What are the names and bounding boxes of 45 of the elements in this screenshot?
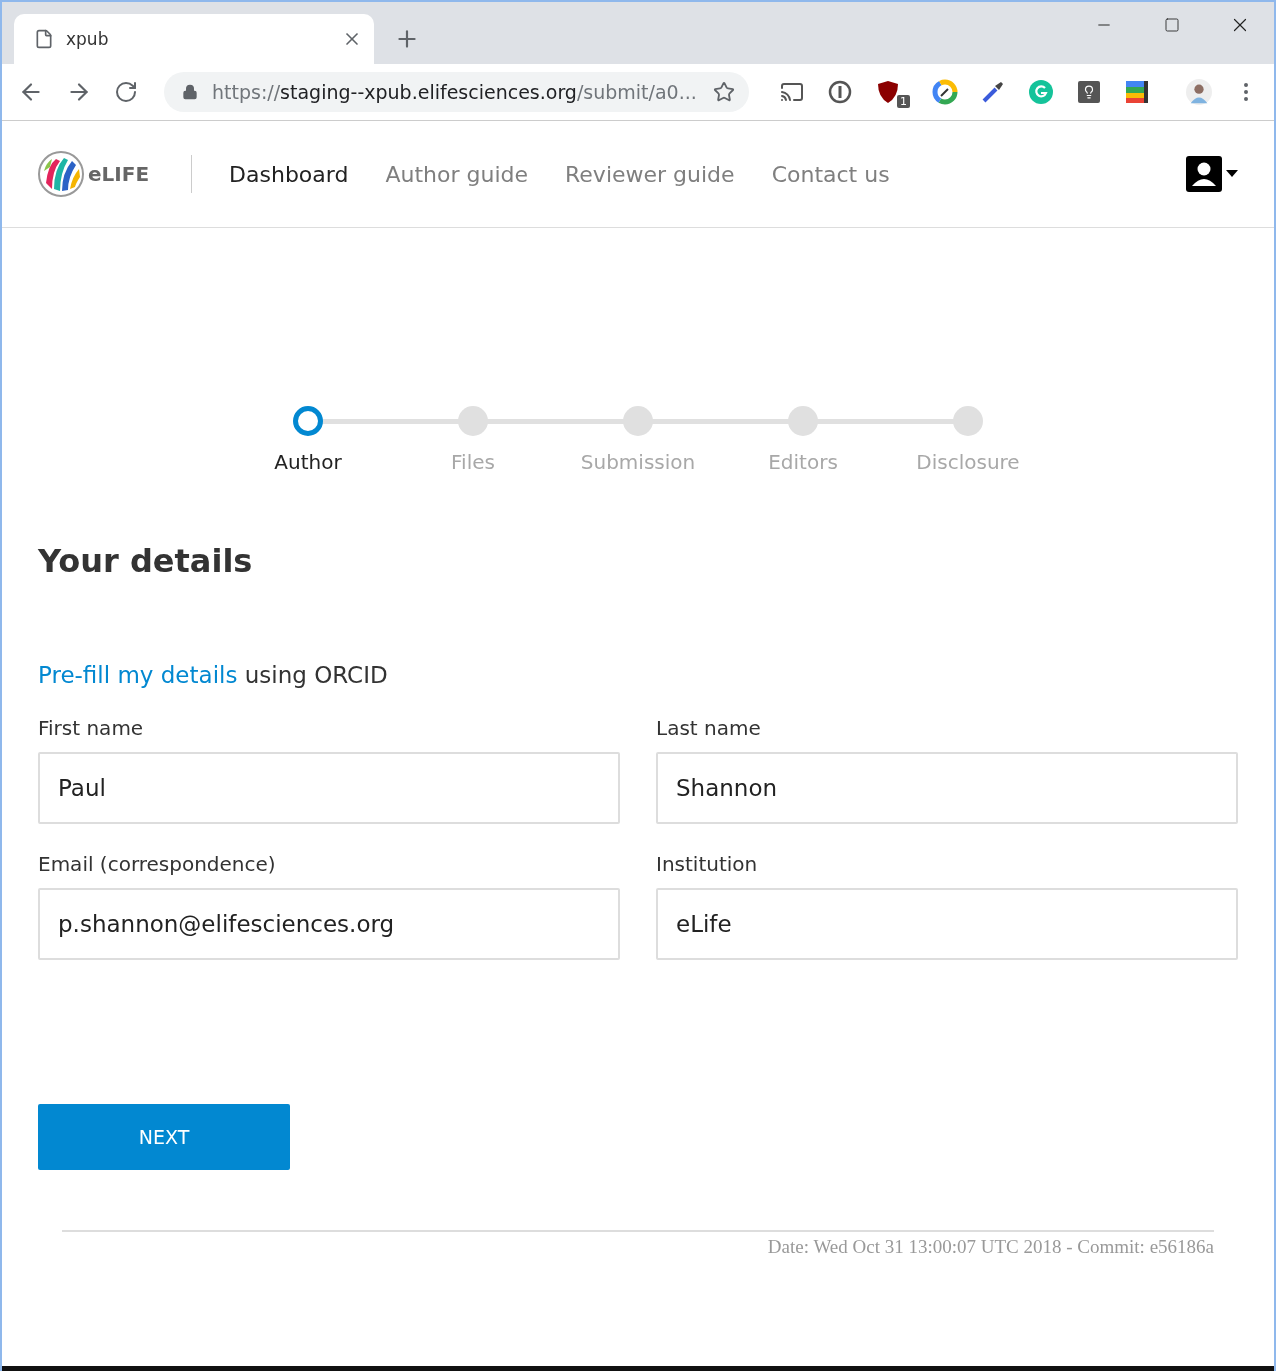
eyedropper-icon[interactable]	[980, 79, 1006, 105]
field-label: First name	[38, 716, 145, 740]
bookmark-star-icon[interactable]	[713, 81, 735, 103]
text-input[interactable]: Shannon	[656, 752, 1238, 824]
text-input[interactable]: p.shannon@elifesciences.org	[38, 888, 620, 960]
field-label: Last name	[656, 716, 762, 740]
step-label: Editors	[768, 450, 838, 474]
grammar-check-icon[interactable]	[1028, 79, 1054, 105]
step-label: Submission	[580, 450, 696, 474]
shield-extension-icon[interactable]	[875, 79, 901, 105]
build-info-text: Date: Wed Oct 31 13:00:07 UTC 2018 - Commit: e56186a	[767, 1236, 1214, 1257]
next-button[interactable]: NEXT	[38, 1104, 290, 1170]
nav-link[interactable]: Reviewer guide	[565, 161, 735, 187]
step-label: Author	[274, 450, 342, 474]
maximize-icon[interactable]	[1164, 17, 1180, 33]
lightbulb-icon[interactable]	[1076, 79, 1102, 105]
prefill-link[interactable]: Pre-fill my details	[38, 662, 238, 688]
logo-icon	[38, 151, 84, 197]
user-icon[interactable]	[1186, 156, 1222, 192]
nav-link[interactable]: Dashboard	[229, 161, 349, 187]
pencil-circle-icon[interactable]	[932, 79, 958, 105]
extension-badge: 1	[897, 94, 910, 108]
text-input[interactable]: eLife	[656, 888, 1238, 960]
tab-title: xpub	[66, 29, 110, 49]
text-input[interactable]: Paul	[38, 752, 620, 824]
field-label: Email (correspondence)	[38, 852, 277, 876]
page-icon	[34, 29, 54, 49]
step-label: Files	[451, 450, 495, 474]
elife-logo[interactable]: eLIFE	[38, 155, 193, 193]
step-label: Disclosure	[916, 450, 1020, 474]
address-bar[interactable]: https://staging--xpub.elifesciences.org/submit/a0...	[164, 72, 749, 112]
nav-link[interactable]: Contact us	[771, 161, 890, 187]
logo-text: eLIFE	[88, 162, 150, 186]
url-text: https://staging--xpub.elifesciences.org/submit/a0...	[212, 81, 698, 103]
caret-icon[interactable]	[1226, 170, 1238, 178]
page-title: Your details	[38, 542, 254, 580]
reload-button[interactable]	[114, 80, 138, 104]
nav-link[interactable]: Author guide	[385, 161, 529, 187]
browser-tab[interactable]: xpub	[14, 14, 374, 64]
lock-icon	[182, 84, 198, 100]
field-label: Institution	[656, 852, 759, 876]
profile-avatar-icon[interactable]	[1186, 79, 1212, 105]
stacked-layers-icon[interactable]	[1124, 79, 1150, 105]
orcid-prefill-text: Pre-fill my details using ORCID	[38, 662, 389, 688]
password-manager-icon[interactable]	[827, 79, 853, 105]
